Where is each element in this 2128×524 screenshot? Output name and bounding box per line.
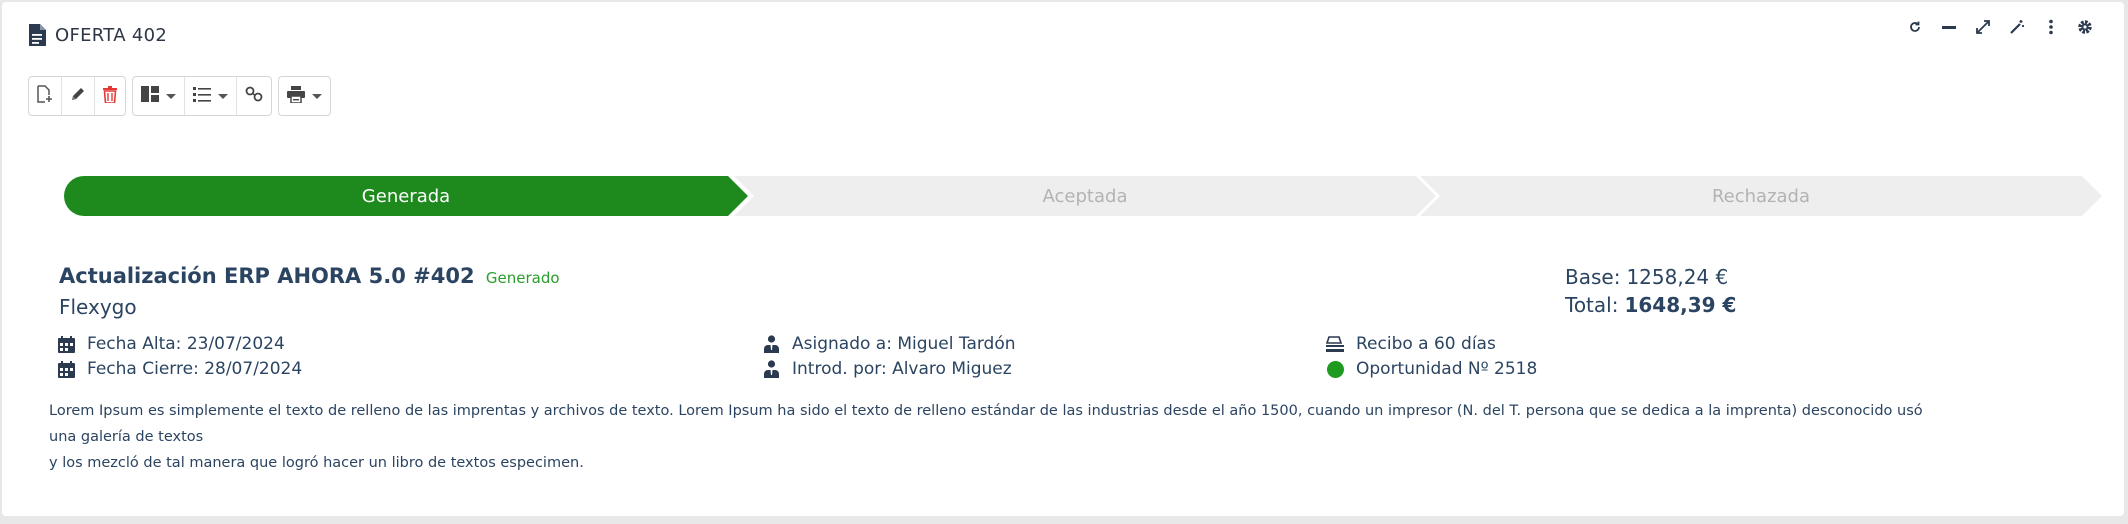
fecha-cierre-info: Fecha Cierre: 28/07/2024 xyxy=(57,357,302,381)
links-icon xyxy=(245,86,263,106)
company-name: Flexygo xyxy=(59,295,137,319)
oportunidad-text[interactable]: Oportunidad Nº 2518 xyxy=(1356,359,1537,379)
base-label: Base: xyxy=(1565,265,1621,289)
calendar-icon xyxy=(57,335,75,353)
chevron-down-icon xyxy=(312,93,322,99)
offer-description: Lorem Ipsum es simplemente el texto de r… xyxy=(49,398,1929,476)
view-actions-group xyxy=(132,76,272,116)
status-dot-icon xyxy=(1326,360,1344,378)
print-icon xyxy=(287,85,305,107)
toolbar xyxy=(28,76,331,116)
more-vertical-icon[interactable] xyxy=(2042,18,2060,36)
offer-title-text: Actualización ERP AHORA 5.0 #402 xyxy=(59,264,475,288)
status-stepper: Generada Aceptada Rechazada xyxy=(64,176,2102,216)
delete-trash-icon xyxy=(103,85,117,107)
refresh-icon[interactable] xyxy=(1906,18,1924,36)
oportunidad-info[interactable]: Oportunidad Nº 2518 xyxy=(1326,357,1537,381)
step-rechazada[interactable]: Rechazada xyxy=(1420,176,2102,216)
list-dropdown-button[interactable] xyxy=(185,77,237,115)
amounts-summary: Base: 1258,24 € Total: 1648,39 € xyxy=(1565,265,1736,321)
settings-icon[interactable] xyxy=(2076,18,2094,36)
user-tie-icon xyxy=(762,360,780,378)
edit-pencil-icon xyxy=(70,86,86,106)
description-line-1: Lorem Ipsum es simplemente el texto de r… xyxy=(49,403,1923,445)
introducido-info: Introd. por: Alvaro Miguez xyxy=(762,357,1012,381)
asignado-text: Asignado a: Miguel Tardón xyxy=(792,334,1016,354)
layout-icon xyxy=(141,86,159,106)
delete-button[interactable] xyxy=(95,77,125,115)
record-actions-group xyxy=(28,76,126,116)
user-tie-icon xyxy=(762,335,780,353)
fecha-cierre-text: Fecha Cierre: 28/07/2024 xyxy=(87,359,303,379)
fecha-alta-text: Fecha Alta: 23/07/2024 xyxy=(87,334,285,354)
description-line-2: y los mezcló de tal manera que logró hac… xyxy=(49,455,584,471)
recibo-info: Recibo a 60 días xyxy=(1326,332,1496,356)
document-icon xyxy=(28,24,46,46)
layout-dropdown-button[interactable] xyxy=(133,77,185,115)
status-badge: Generado xyxy=(485,269,560,287)
links-button[interactable] xyxy=(237,77,271,115)
new-document-icon xyxy=(37,85,53,107)
step-generada[interactable]: Generada xyxy=(64,176,748,216)
offer-title: Actualización ERP AHORA 5.0 #402 Generad… xyxy=(59,264,560,288)
calendar-icon xyxy=(57,360,75,378)
total-value: 1648,39 € xyxy=(1624,293,1737,317)
window-tools xyxy=(1906,18,2094,36)
chevron-down-icon xyxy=(166,93,176,99)
edit-button[interactable] xyxy=(62,77,95,115)
panel-header: OFERTA 402 xyxy=(28,20,167,50)
panel-title: OFERTA 402 xyxy=(55,24,168,46)
step-aceptada[interactable]: Aceptada xyxy=(734,176,1436,216)
new-button[interactable] xyxy=(29,77,62,115)
minimize-icon[interactable] xyxy=(1940,18,1958,36)
print-actions-group xyxy=(278,76,331,116)
base-value: 1258,24 € xyxy=(1626,265,1729,289)
expand-icon[interactable] xyxy=(1974,18,1992,36)
asignado-info: Asignado a: Miguel Tardón xyxy=(762,332,1016,356)
recibo-text: Recibo a 60 días xyxy=(1356,334,1496,354)
payment-icon xyxy=(1326,335,1344,353)
total-label: Total: xyxy=(1565,293,1619,317)
print-dropdown-button[interactable] xyxy=(279,77,330,115)
introducido-text: Introd. por: Alvaro Miguez xyxy=(792,359,1012,379)
chevron-down-icon xyxy=(218,93,228,99)
fecha-alta-info: Fecha Alta: 23/07/2024 xyxy=(57,332,285,356)
list-icon xyxy=(193,86,211,106)
magic-wand-icon[interactable] xyxy=(2008,18,2026,36)
offer-panel: OFERTA 402 Generada Aceptada Rechazada A… xyxy=(2,2,2124,516)
